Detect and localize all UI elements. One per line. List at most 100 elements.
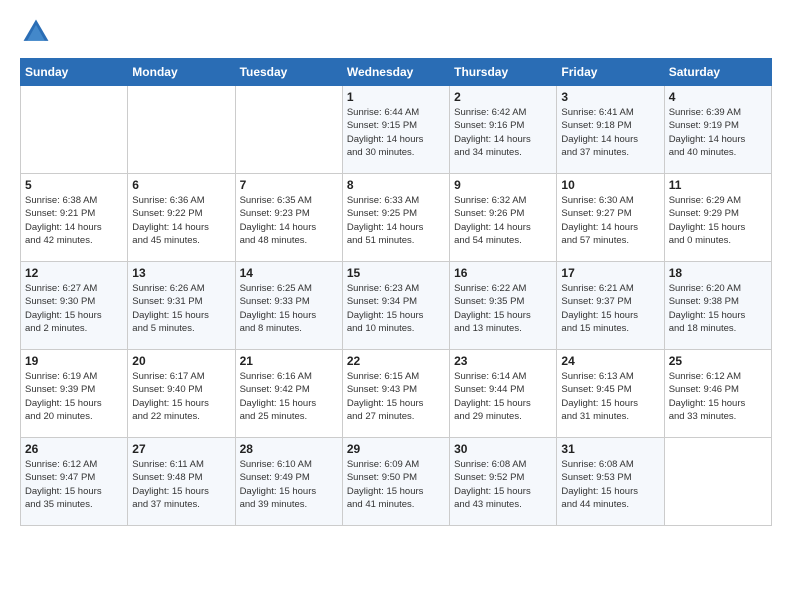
day-cell: 17 Sunrise: 6:21 AM Sunset: 9:37 PM Dayli… [557, 262, 664, 350]
day-cell: 7 Sunrise: 6:35 AM Sunset: 9:23 PM Daylig… [235, 174, 342, 262]
day-info: Sunrise: 6:09 AM Sunset: 9:50 PM Dayligh… [347, 458, 445, 511]
day-cell: 9 Sunrise: 6:32 AM Sunset: 9:26 PM Daylig… [450, 174, 557, 262]
day-cell: 13 Sunrise: 6:26 AM Sunset: 9:31 PM Dayli… [128, 262, 235, 350]
day-info: Sunrise: 6:08 AM Sunset: 9:52 PM Dayligh… [454, 458, 552, 511]
day-cell: 6 Sunrise: 6:36 AM Sunset: 9:22 PM Daylig… [128, 174, 235, 262]
day-info: Sunrise: 6:39 AM Sunset: 9:19 PM Dayligh… [669, 106, 767, 159]
day-cell: 21Sunrise: 6:16 AM Sunset: 9:42 PM Dayli… [235, 350, 342, 438]
day-cell: 29 Sunrise: 6:09 AM Sunset: 9:50 PM Dayli… [342, 438, 449, 526]
day-number: 26 [25, 442, 123, 456]
day-number: 4 [669, 90, 767, 104]
day-info: Sunrise: 6:17 AM Sunset: 9:40 PM Dayligh… [132, 370, 230, 423]
day-cell: 20 Sunrise: 6:17 AM Sunset: 9:40 PM Dayli… [128, 350, 235, 438]
day-info: Sunrise: 6:16 AM Sunset: 9:42 PM Dayligh… [240, 370, 338, 423]
day-number: 1 [347, 90, 445, 104]
day-cell: 27 Sunrise: 6:11 AM Sunset: 9:48 PM Dayli… [128, 438, 235, 526]
day-cell: 24 Sunrise: 6:13 AM Sunset: 9:45 PM Dayli… [557, 350, 664, 438]
day-cell: 22 Sunrise: 6:15 AM Sunset: 9:43 PM Dayli… [342, 350, 449, 438]
day-number: 12 [25, 266, 123, 280]
week-row-4: 19 Sunrise: 6:19 AM Sunset: 9:39 PM Dayli… [21, 350, 772, 438]
day-info: Sunrise: 6:20 AM Sunset: 9:38 PM Dayligh… [669, 282, 767, 335]
day-number: 30 [454, 442, 552, 456]
day-cell: 11 Sunrise: 6:29 AM Sunset: 9:29 PM Dayli… [664, 174, 771, 262]
day-info: Sunrise: 6:12 AM Sunset: 9:47 PM Dayligh… [25, 458, 123, 511]
calendar-table: SundayMondayTuesdayWednesdayThursdayFrid… [20, 58, 772, 526]
day-cell: 8 Sunrise: 6:33 AM Sunset: 9:25 PM Daylig… [342, 174, 449, 262]
day-number: 9 [454, 178, 552, 192]
day-number: 11 [669, 178, 767, 192]
day-number: 27 [132, 442, 230, 456]
day-cell [128, 86, 235, 174]
week-row-5: 26 Sunrise: 6:12 AM Sunset: 9:47 PM Dayli… [21, 438, 772, 526]
day-number: 29 [347, 442, 445, 456]
day-cell: 18 Sunrise: 6:20 AM Sunset: 9:38 PM Dayli… [664, 262, 771, 350]
header-cell-saturday: Saturday [664, 59, 771, 86]
day-cell: 26 Sunrise: 6:12 AM Sunset: 9:47 PM Dayli… [21, 438, 128, 526]
day-info: Sunrise: 6:36 AM Sunset: 9:22 PM Dayligh… [132, 194, 230, 247]
day-number: 19 [25, 354, 123, 368]
day-info: Sunrise: 6:22 AM Sunset: 9:35 PM Dayligh… [454, 282, 552, 335]
day-number: 3 [561, 90, 659, 104]
day-cell [21, 86, 128, 174]
header-cell-monday: Monday [128, 59, 235, 86]
day-info: Sunrise: 6:14 AM Sunset: 9:44 PM Dayligh… [454, 370, 552, 423]
day-number: 15 [347, 266, 445, 280]
day-number: 24 [561, 354, 659, 368]
day-cell: 12Sunrise: 6:27 AM Sunset: 9:30 PM Dayli… [21, 262, 128, 350]
day-number: 22 [347, 354, 445, 368]
day-info: Sunrise: 6:30 AM Sunset: 9:27 PM Dayligh… [561, 194, 659, 247]
day-cell: 30 Sunrise: 6:08 AM Sunset: 9:52 PM Dayli… [450, 438, 557, 526]
day-cell: 19 Sunrise: 6:19 AM Sunset: 9:39 PM Dayli… [21, 350, 128, 438]
header-cell-wednesday: Wednesday [342, 59, 449, 86]
header-cell-friday: Friday [557, 59, 664, 86]
day-cell: 3Sunrise: 6:41 AM Sunset: 9:18 PM Daylig… [557, 86, 664, 174]
day-number: 17 [561, 266, 659, 280]
day-cell: 5 Sunrise: 6:38 AM Sunset: 9:21 PM Daylig… [21, 174, 128, 262]
day-number: 5 [25, 178, 123, 192]
day-number: 25 [669, 354, 767, 368]
day-cell: 31Sunrise: 6:08 AM Sunset: 9:53 PM Dayli… [557, 438, 664, 526]
day-info: Sunrise: 6:15 AM Sunset: 9:43 PM Dayligh… [347, 370, 445, 423]
day-info: Sunrise: 6:29 AM Sunset: 9:29 PM Dayligh… [669, 194, 767, 247]
header-cell-thursday: Thursday [450, 59, 557, 86]
day-info: Sunrise: 6:42 AM Sunset: 9:16 PM Dayligh… [454, 106, 552, 159]
week-row-1: 1 Sunrise: 6:44 AM Sunset: 9:15 PM Daylig… [21, 86, 772, 174]
logo-icon [20, 16, 52, 48]
day-info: Sunrise: 6:11 AM Sunset: 9:48 PM Dayligh… [132, 458, 230, 511]
day-number: 16 [454, 266, 552, 280]
day-number: 23 [454, 354, 552, 368]
header-cell-sunday: Sunday [21, 59, 128, 86]
calendar-header: SundayMondayTuesdayWednesdayThursdayFrid… [21, 59, 772, 86]
day-number: 20 [132, 354, 230, 368]
day-cell: 1 Sunrise: 6:44 AM Sunset: 9:15 PM Daylig… [342, 86, 449, 174]
day-number: 6 [132, 178, 230, 192]
day-number: 18 [669, 266, 767, 280]
day-info: Sunrise: 6:33 AM Sunset: 9:25 PM Dayligh… [347, 194, 445, 247]
day-cell: 10 Sunrise: 6:30 AM Sunset: 9:27 PM Dayli… [557, 174, 664, 262]
day-info: Sunrise: 6:10 AM Sunset: 9:49 PM Dayligh… [240, 458, 338, 511]
day-cell: 28 Sunrise: 6:10 AM Sunset: 9:49 PM Dayli… [235, 438, 342, 526]
header-row: SundayMondayTuesdayWednesdayThursdayFrid… [21, 59, 772, 86]
day-cell: 15Sunrise: 6:23 AM Sunset: 9:34 PM Dayli… [342, 262, 449, 350]
day-info: Sunrise: 6:32 AM Sunset: 9:26 PM Dayligh… [454, 194, 552, 247]
day-number: 8 [347, 178, 445, 192]
day-number: 13 [132, 266, 230, 280]
day-cell [664, 438, 771, 526]
day-number: 28 [240, 442, 338, 456]
day-info: Sunrise: 6:44 AM Sunset: 9:15 PM Dayligh… [347, 106, 445, 159]
day-number: 7 [240, 178, 338, 192]
day-cell: 2 Sunrise: 6:42 AM Sunset: 9:16 PM Daylig… [450, 86, 557, 174]
day-info: Sunrise: 6:12 AM Sunset: 9:46 PM Dayligh… [669, 370, 767, 423]
day-cell: 23 Sunrise: 6:14 AM Sunset: 9:44 PM Dayli… [450, 350, 557, 438]
week-row-3: 12Sunrise: 6:27 AM Sunset: 9:30 PM Dayli… [21, 262, 772, 350]
day-info: Sunrise: 6:13 AM Sunset: 9:45 PM Dayligh… [561, 370, 659, 423]
day-number: 2 [454, 90, 552, 104]
day-info: Sunrise: 6:21 AM Sunset: 9:37 PM Dayligh… [561, 282, 659, 335]
day-info: Sunrise: 6:19 AM Sunset: 9:39 PM Dayligh… [25, 370, 123, 423]
day-number: 10 [561, 178, 659, 192]
day-info: Sunrise: 6:26 AM Sunset: 9:31 PM Dayligh… [132, 282, 230, 335]
day-info: Sunrise: 6:35 AM Sunset: 9:23 PM Dayligh… [240, 194, 338, 247]
header-cell-tuesday: Tuesday [235, 59, 342, 86]
day-info: Sunrise: 6:38 AM Sunset: 9:21 PM Dayligh… [25, 194, 123, 247]
day-number: 31 [561, 442, 659, 456]
